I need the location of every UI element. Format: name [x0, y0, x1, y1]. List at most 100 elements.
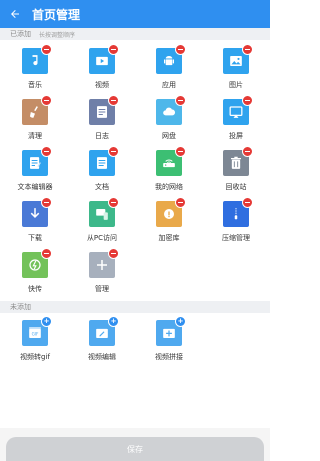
video-edit-icon	[96, 328, 108, 338]
arrow-left-icon	[11, 10, 19, 18]
plus-manage-icon	[97, 260, 107, 270]
tile-icon-box	[22, 197, 52, 227]
tile-video-to-gif[interactable]: GIF + 视频转gif	[10, 316, 60, 368]
tile-icon-box	[223, 95, 253, 125]
tile-label: 视频拼接	[155, 353, 183, 361]
tile-label: 管理	[95, 285, 109, 293]
remove-badge[interactable]	[41, 197, 52, 208]
not-added-section-label: 未添加	[10, 303, 31, 311]
tile-zip[interactable]: 压缩管理	[211, 197, 261, 249]
remove-badge[interactable]	[242, 197, 253, 208]
tile-cloud[interactable]: 网盘	[144, 95, 194, 147]
tile-trash[interactable]: 回收站	[211, 146, 261, 198]
remove-badge[interactable]	[242, 44, 253, 55]
tile-icon-box	[89, 248, 119, 278]
remove-badge[interactable]	[175, 44, 186, 55]
video-icon	[96, 56, 108, 66]
tile-label: 从PC访问	[86, 234, 118, 242]
tile-label: 快传	[28, 285, 42, 293]
tile-router[interactable]: 我的网络	[144, 146, 194, 198]
tile-video-edit[interactable]: + 视频编辑	[77, 316, 127, 368]
zip-icon	[234, 208, 238, 220]
router-icon	[163, 159, 175, 168]
tile-video-merge[interactable]: + 视频拼接	[144, 316, 194, 368]
tile-android[interactable]: 应用	[144, 44, 194, 96]
video-merge-icon	[163, 328, 175, 338]
remove-badge[interactable]	[108, 248, 119, 259]
tile-cast[interactable]: 投屏	[211, 95, 261, 147]
tile-icon-box	[156, 146, 186, 176]
broom-icon	[30, 106, 38, 118]
added-section-label: 已添加	[10, 30, 31, 38]
tile-icon-box	[22, 44, 52, 74]
tile-music[interactable]: 音乐	[10, 44, 60, 96]
tile-icon-box	[156, 95, 186, 125]
remove-badge[interactable]	[242, 146, 253, 157]
remove-badge[interactable]	[175, 197, 186, 208]
cast-icon	[229, 106, 243, 118]
tile-icon-box	[156, 197, 186, 227]
tile-icon-box	[22, 146, 52, 176]
tile-icon-box	[22, 95, 52, 125]
tile-label: 视频编辑	[88, 353, 116, 361]
remove-badge[interactable]	[242, 95, 253, 106]
app-bar: 首页管理	[0, 0, 270, 28]
tile-label: 图片	[229, 81, 243, 89]
remove-badge[interactable]	[41, 44, 52, 55]
tile-label: 视频转gif	[20, 353, 50, 361]
remove-badge[interactable]	[41, 146, 52, 157]
added-section-hint: 长按调整顺序	[39, 31, 76, 39]
tile-label: 加密库	[158, 234, 180, 242]
tile-broom[interactable]: 清理	[10, 95, 60, 147]
pc-access-icon	[96, 209, 108, 220]
tile-log[interactable]: 日志	[77, 95, 127, 147]
tile-plus-manage[interactable]: 管理	[77, 248, 127, 300]
tile-label: 投屏	[229, 132, 243, 140]
video-to-gif-icon: GIF	[29, 327, 41, 338]
tile-label: 音乐	[28, 81, 42, 89]
remove-badge[interactable]	[175, 146, 186, 157]
tile-label: 下载	[28, 234, 42, 242]
tile-label: 文本编辑器	[17, 183, 53, 191]
tile-label: 清理	[28, 132, 42, 140]
tile-quick-transfer[interactable]: 快传	[10, 248, 60, 300]
tile-icon-box	[89, 44, 119, 74]
added-section-header: 已添加 长按调整顺序	[0, 28, 270, 40]
remove-badge[interactable]	[108, 197, 119, 208]
trash-icon	[231, 156, 241, 169]
document-icon	[97, 157, 107, 169]
log-icon	[97, 106, 107, 118]
tile-document[interactable]: 文档	[77, 146, 127, 198]
download-icon	[30, 208, 40, 218]
remove-badge[interactable]	[108, 146, 119, 157]
tile-icon-box: GIF +	[22, 316, 52, 346]
tile-icon-box	[156, 44, 186, 74]
remove-badge[interactable]	[108, 95, 119, 106]
tile-icon-box	[89, 95, 119, 125]
remove-badge[interactable]	[175, 95, 186, 106]
back-button[interactable]	[0, 0, 30, 28]
text-editor-icon	[30, 157, 41, 169]
remove-badge[interactable]	[41, 248, 52, 259]
tile-icon-box	[22, 248, 52, 278]
add-badge[interactable]: +	[175, 316, 186, 327]
tile-image[interactable]: 图片	[211, 44, 261, 96]
remove-badge[interactable]	[108, 44, 119, 55]
remove-badge[interactable]	[41, 95, 52, 106]
tile-label: 回收站	[225, 183, 247, 191]
tile-icon-box	[89, 146, 119, 176]
tile-download[interactable]: 下载	[10, 197, 60, 249]
save-button[interactable]: 保存	[6, 437, 264, 461]
cloud-icon	[163, 107, 176, 116]
tile-pc-access[interactable]: 从PC访问	[77, 197, 127, 249]
tile-label: 我的网络	[155, 183, 183, 191]
tile-safe[interactable]: 加密库	[144, 197, 194, 249]
add-badge[interactable]: +	[108, 316, 119, 327]
tile-text-editor[interactable]: 文本编辑器	[10, 146, 60, 198]
add-badge[interactable]: +	[41, 316, 52, 327]
safe-icon	[164, 209, 174, 219]
svg-text:GIF: GIF	[32, 332, 39, 337]
tile-video[interactable]: 视频	[77, 44, 127, 96]
tile-label: 网盘	[162, 132, 176, 140]
music-icon	[32, 55, 38, 66]
